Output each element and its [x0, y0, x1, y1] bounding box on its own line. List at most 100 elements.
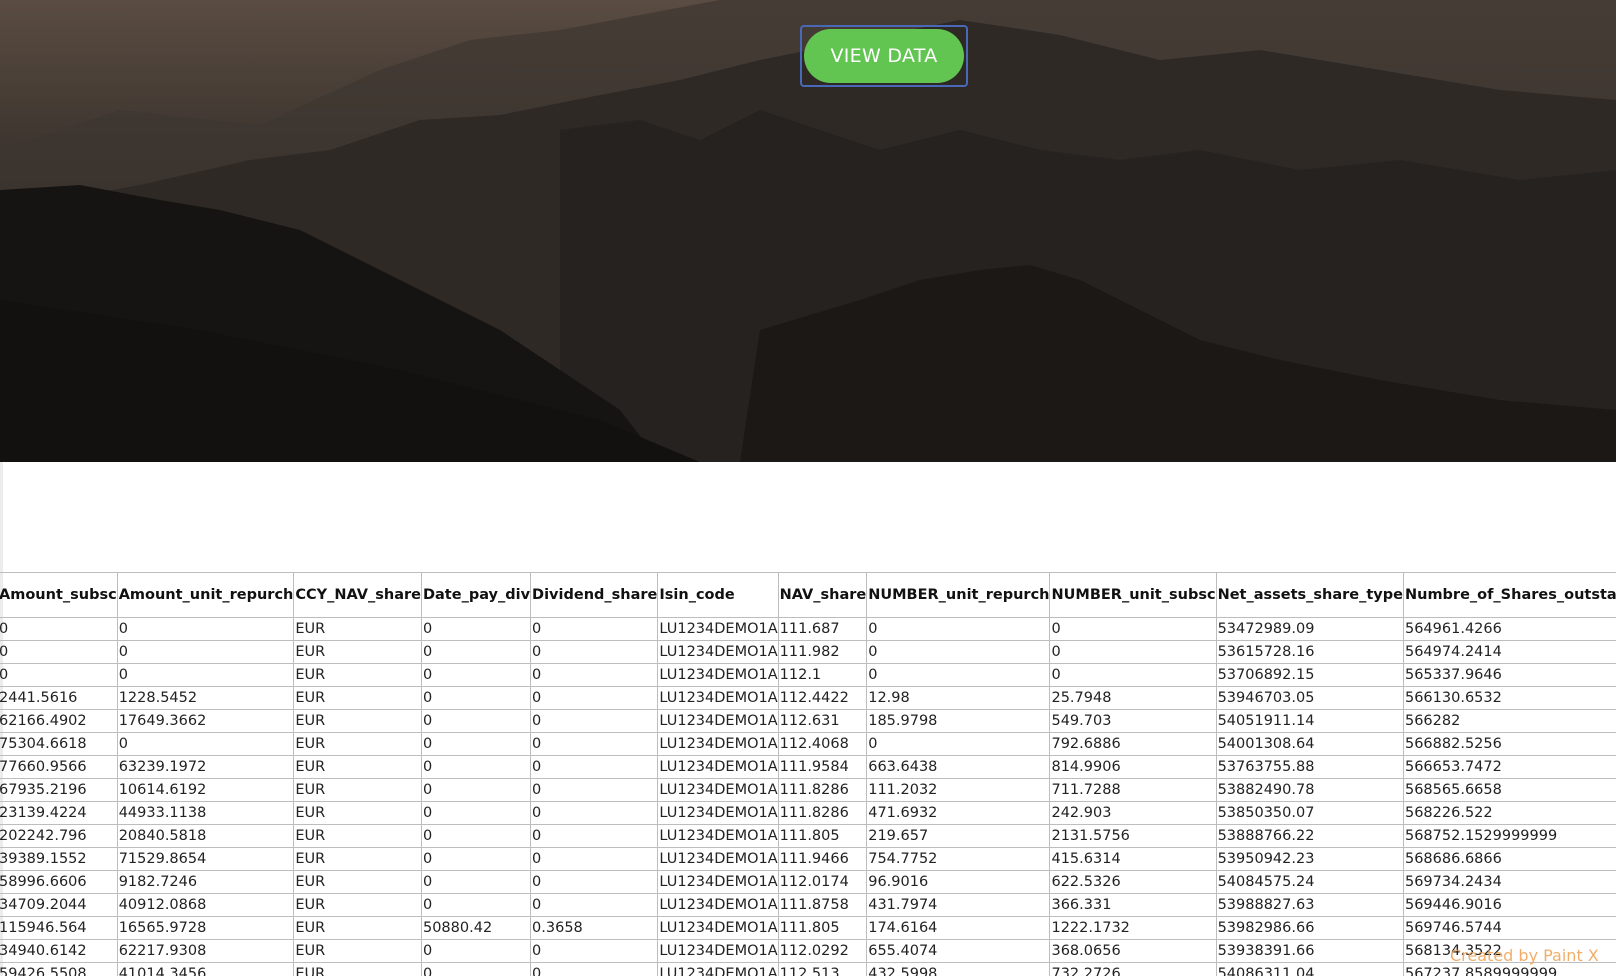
table-cell: LU1234DEMO1A	[657, 916, 779, 940]
view-data-button[interactable]: VIEW DATA	[804, 29, 964, 83]
table-cell: LU1234DEMO1A	[657, 778, 779, 802]
table-cell: 10614.6192	[116, 778, 295, 802]
hero-banner: VIEW DATA	[0, 0, 1616, 462]
table-cell: 0	[420, 801, 532, 825]
table-cell: 0	[420, 640, 532, 664]
table-cell: 71529.8654	[116, 847, 295, 871]
table-row: 34940.6142 62217.9308 EUR 0 0 LU1234DEMO1A 112…	[0, 939, 1616, 963]
table-cell: 431.7974	[866, 893, 1051, 917]
table-cell: 0	[420, 709, 532, 733]
table-cell: LU1234DEMO1A	[657, 939, 779, 963]
table-cell: 0	[530, 962, 659, 976]
table-cell: 0	[530, 663, 659, 687]
table-cell: 96.9016	[866, 870, 1051, 894]
table-cell: 2441.5616	[0, 686, 118, 710]
table-cell: 366.331	[1049, 893, 1217, 917]
table-cell: 568686.6866	[1402, 847, 1616, 871]
table-cell: 432.5998	[866, 962, 1051, 976]
table-cell: LU1234DEMO1A	[657, 663, 779, 687]
table-cell: 0	[866, 640, 1051, 664]
table-cell: 9182.7246	[116, 870, 295, 894]
table-cell: 564961.4266	[1402, 617, 1616, 641]
table-cell: 0	[1049, 640, 1217, 664]
table-cell: 112.0292	[777, 939, 868, 963]
table-cell: 655.4074	[866, 939, 1051, 963]
column-header: Net_assets_share_type	[1215, 572, 1404, 618]
table-cell: 115946.564	[0, 916, 118, 940]
table-cell: 53706892.15	[1215, 663, 1404, 687]
table-cell: LU1234DEMO1A	[657, 847, 779, 871]
table-cell: 663.6438	[866, 755, 1051, 779]
table-cell: 53850350.07	[1215, 801, 1404, 825]
table-cell: 0	[530, 824, 659, 848]
table-row: 58996.6606 9182.7246 EUR 0 0 LU1234DEMO1A 112.…	[0, 870, 1616, 894]
table-cell: 53763755.88	[1215, 755, 1404, 779]
table-cell: 0	[420, 617, 532, 641]
table-cell: 54084575.24	[1215, 870, 1404, 894]
column-header: NAV_share	[777, 572, 868, 618]
table-cell: 242.903	[1049, 801, 1217, 825]
table-cell: 34709.2044	[0, 893, 118, 917]
table-cell: 54051911.14	[1215, 709, 1404, 733]
table-row: 202242.796 20840.5818 EUR 0 0 LU1234DEMO1A 111…	[0, 824, 1616, 848]
table-cell: 39389.1552	[0, 847, 118, 871]
table-cell: 112.631	[777, 709, 868, 733]
table-cell: 0	[530, 686, 659, 710]
table-cell: 34940.6142	[0, 939, 118, 963]
table-cell: 0	[866, 663, 1051, 687]
table-cell: 566130.6532	[1402, 686, 1616, 710]
table-row: 75304.6618 0 EUR 0 0 LU1234DEMO1A 112.4068 0 792…	[0, 732, 1616, 756]
table-cell: 564974.2414	[1402, 640, 1616, 664]
table-cell: 67935.2196	[0, 778, 118, 802]
table-cell: 53988827.63	[1215, 893, 1404, 917]
column-header: Amount_subsc	[0, 572, 118, 618]
table-cell: 0	[1049, 617, 1217, 641]
table-row: 00EUR00LU1234DEMO1A111.9820053615728.165…	[0, 640, 1616, 664]
table-cell: 111.8758	[777, 893, 868, 917]
table-cell: LU1234DEMO1A	[657, 617, 779, 641]
table-cell: 0	[116, 640, 295, 664]
table-cell: EUR	[293, 640, 422, 664]
table-cell: 112.1	[777, 663, 868, 687]
table-cell: 219.657	[866, 824, 1051, 848]
column-header: NUMBER_unit_subsc	[1049, 572, 1217, 618]
table-cell: EUR	[293, 870, 422, 894]
table-cell: 112.0174	[777, 870, 868, 894]
table-cell: 0	[420, 686, 532, 710]
table-cell: 568752.1529999999	[1402, 824, 1616, 848]
table-cell: 565337.9646	[1402, 663, 1616, 687]
table-cell: LU1234DEMO1A	[657, 893, 779, 917]
table-cell: 62217.9308	[116, 939, 295, 963]
table-cell: 0	[530, 732, 659, 756]
table-row: 00EUR00LU1234DEMO1A111.6870053472989.095…	[0, 617, 1616, 641]
table-cell: 53615728.16	[1215, 640, 1404, 664]
table-cell: 23139.4224	[0, 801, 118, 825]
table-cell: 185.9798	[866, 709, 1051, 733]
table-cell: 59426.5508	[0, 962, 118, 976]
table-cell: LU1234DEMO1A	[657, 870, 779, 894]
table-cell: 53938391.66	[1215, 939, 1404, 963]
table-cell: 53888766.22	[1215, 824, 1404, 848]
table-cell: EUR	[293, 962, 422, 976]
table-cell: EUR	[293, 847, 422, 871]
table-row: 00EUR00LU1234DEMO1A112.10053706892.15565…	[0, 663, 1616, 687]
table-cell: 53946703.05	[1215, 686, 1404, 710]
table-cell: 0	[530, 778, 659, 802]
table-cell: 53882490.78	[1215, 778, 1404, 802]
table-cell: 111.982	[777, 640, 868, 664]
column-header: Amount_unit_repurch	[116, 572, 295, 618]
column-header: Isin_code	[657, 572, 779, 618]
table-row: 62166.4902 17649.3662 EUR 0 0 LU1234DEMO1A 112…	[0, 709, 1616, 733]
table-row: 77660.9566 63239.1972 EUR 0 0 LU1234DEMO1A 111…	[0, 755, 1616, 779]
table-cell: 111.9466	[777, 847, 868, 871]
table-cell: EUR	[293, 939, 422, 963]
table-cell: EUR	[293, 801, 422, 825]
table-cell: 20840.5818	[116, 824, 295, 848]
table-cell: 0	[420, 939, 532, 963]
table-cell: 0	[420, 755, 532, 779]
table-cell: 111.805	[777, 824, 868, 848]
table-cell: 732.2726	[1049, 962, 1217, 976]
table-cell: 0	[866, 617, 1051, 641]
table-cell: 40912.0868	[116, 893, 295, 917]
table-cell: 0	[420, 732, 532, 756]
